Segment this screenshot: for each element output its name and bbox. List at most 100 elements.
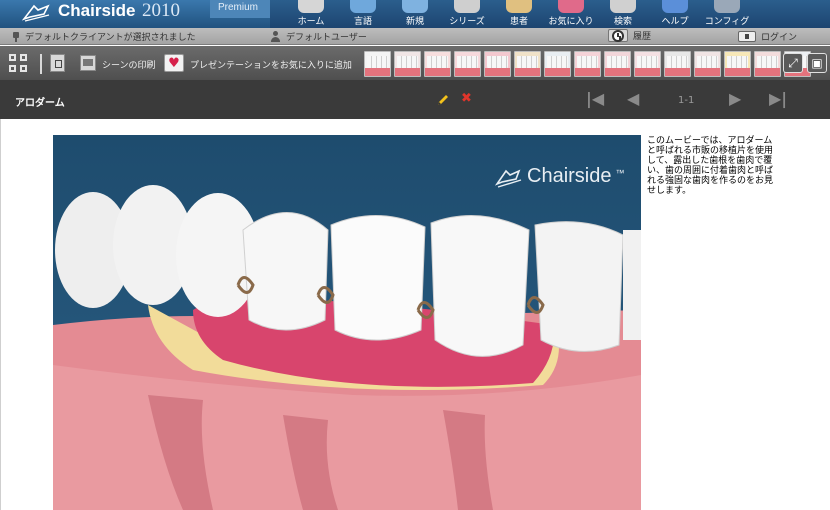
nav-item-3[interactable]: シリーズ: [441, 0, 493, 28]
pencil-icon[interactable]: [436, 93, 450, 107]
fullscreen-icon[interactable]: ⤢: [783, 53, 803, 73]
nav-item-label: 患者: [509, 17, 528, 27]
thumb-gum: [665, 68, 690, 76]
nav-item-8[interactable]: コンフィグ: [701, 0, 753, 28]
thumb-gum: [755, 68, 780, 76]
dental-illustration: [53, 185, 641, 510]
page-indicator: 1-1: [678, 95, 695, 106]
pin-icon: [12, 31, 20, 42]
thumb-procedure-12[interactable]: [694, 51, 721, 77]
brand-area: Chairside 2010 Premium: [0, 0, 270, 28]
thumb-gum: [545, 68, 570, 76]
history-button[interactable]: 履歴: [608, 29, 651, 42]
history-label: 履歴: [633, 32, 652, 42]
config-icon: [714, 0, 740, 13]
heart-icon[interactable]: ♥: [164, 54, 184, 72]
content-area: Chairside ™ このムービーでは、アロダームと呼ばれる市販の移植片を使用し…: [0, 119, 830, 510]
nav-item-7[interactable]: ヘルプ: [649, 0, 701, 28]
patient-icon: [506, 0, 532, 13]
toolbar: シーンの印刷 ♥ プレゼンテーションをお気に入りに追加 ⤢ ▣: [0, 46, 830, 81]
lock-icon: [738, 31, 756, 42]
movie-description: このムービーでは、アロダームと呼ばれる市販の移植片を使用して、露出した歯根を歯肉…: [647, 136, 774, 196]
home-icon: [298, 0, 324, 13]
print-icon[interactable]: [80, 55, 96, 71]
movie-player[interactable]: Chairside ™: [53, 135, 641, 510]
user-status-text: デフォルトユーザー: [286, 33, 367, 43]
edition-badge: Premium: [210, 0, 270, 18]
window-mode-icon[interactable]: ▣: [807, 53, 827, 73]
thumb-procedure-8[interactable]: [574, 51, 601, 77]
top-header: Chairside 2010 Premium ホーム 言語 新規 シリーズ 患者 お気に入…: [0, 0, 830, 28]
brand-year: 2010: [142, 0, 180, 21]
client-status-text: デフォルトクライアントが選択されました: [25, 33, 196, 43]
login-button[interactable]: ログイン: [738, 30, 797, 43]
history-btn-frame: [608, 29, 628, 42]
nav-item-label: ヘルプ: [661, 17, 689, 27]
clock-icon: [612, 29, 624, 42]
thumb-gum: [695, 68, 720, 76]
grid-view-icon[interactable]: [9, 54, 29, 74]
login-label: ログイン: [761, 33, 798, 43]
thumb-gum: [425, 68, 450, 76]
nav-item-label: コンフィグ: [704, 17, 750, 27]
thumb-gum: [725, 68, 750, 76]
thumb-procedure-6[interactable]: [514, 51, 541, 77]
user-icon: [270, 31, 281, 42]
first-page-icon[interactable]: |◀: [586, 91, 604, 107]
nav-item-1[interactable]: 言語: [337, 0, 389, 28]
nav-item-label: お気に入り: [548, 17, 594, 27]
nav-item-4[interactable]: 患者: [493, 0, 545, 28]
delete-icon[interactable]: ✖: [461, 91, 472, 106]
app-window: Chairside 2010 Premium ホーム 言語 新規 シリーズ 患者 お気に入…: [0, 0, 830, 510]
thumb-gum: [365, 68, 390, 76]
thumb-procedure-5[interactable]: [484, 51, 511, 77]
thumb-procedure-11[interactable]: [664, 51, 691, 77]
toolbar-divider: [40, 54, 42, 74]
thumb-gum: [515, 68, 540, 76]
language-icon: [350, 0, 376, 13]
thumb-gum: [455, 68, 480, 76]
search-icon: [610, 0, 636, 13]
thumb-procedure-14[interactable]: [754, 51, 781, 77]
thumb-procedure-4[interactable]: [454, 51, 481, 77]
previous-page-icon[interactable]: ◀: [627, 91, 639, 107]
print-scene-label[interactable]: シーンの印刷: [102, 58, 156, 71]
next-page-icon[interactable]: ▶: [729, 91, 741, 107]
presentation-titlebar: アロダーム ✖ |◀ ◀ 1-1 ▶ ▶|: [0, 81, 830, 119]
watermark-text: Chairside: [527, 165, 612, 187]
thumb-gum: [635, 68, 660, 76]
brand-name: Chairside: [58, 1, 136, 20]
nav-item-0[interactable]: ホーム: [285, 0, 337, 28]
nav-item-6[interactable]: 検索: [597, 0, 649, 28]
thumb-gum: [395, 68, 420, 76]
thumb-procedure-9[interactable]: [604, 51, 631, 77]
presentation-title: アロダーム: [15, 98, 65, 109]
watermark-tm: ™: [615, 167, 625, 178]
nav-item-label: 新規: [405, 17, 424, 27]
thumb-procedure-13[interactable]: [724, 51, 751, 77]
series-icon: [454, 0, 480, 13]
nav-item-label: ホーム: [297, 17, 325, 27]
favorites-icon: [558, 0, 584, 13]
thumb-gum: [605, 68, 630, 76]
thumb-gum: [485, 68, 510, 76]
video-watermark: Chairside ™: [495, 165, 624, 188]
chair-logo-icon: [22, 4, 50, 22]
nav-item-label: シリーズ: [449, 17, 485, 27]
main-nav: ホーム 言語 新規 シリーズ 患者 お気に入り 検索 ヘルプ コンフィグ: [285, 0, 753, 28]
thumb-procedure-7[interactable]: [544, 51, 571, 77]
thumb-procedure-1[interactable]: [364, 51, 391, 77]
nav-item-2[interactable]: 新規: [389, 0, 441, 28]
thumb-procedure-3[interactable]: [424, 51, 451, 77]
chair-logo-watermark-icon: [495, 168, 522, 188]
status-bar: デフォルトクライアントが選択されました デフォルトユーザー 履歴 ログイン: [0, 28, 830, 45]
nav-item-label: 言語: [353, 17, 372, 27]
user-status[interactable]: デフォルトユーザー: [270, 30, 367, 43]
slide-icon[interactable]: [50, 54, 65, 72]
nav-item-5[interactable]: お気に入り: [545, 0, 597, 28]
thumb-procedure-2[interactable]: [394, 51, 421, 77]
last-page-icon[interactable]: ▶|: [769, 91, 787, 107]
thumb-procedure-10[interactable]: [634, 51, 661, 77]
thumb-gum: [575, 68, 600, 76]
add-favorite-label[interactable]: プレゼンテーションをお気に入りに追加: [190, 58, 352, 71]
